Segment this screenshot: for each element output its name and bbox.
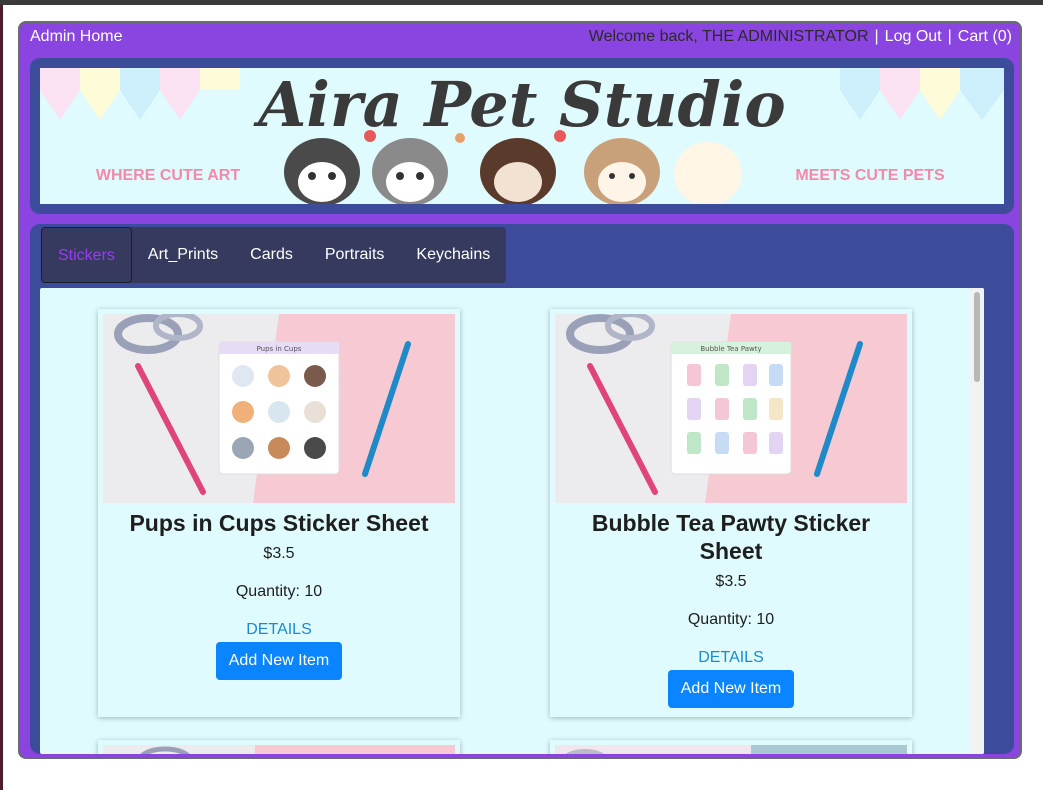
product-card-partial bbox=[550, 740, 912, 754]
admin-home-link[interactable]: Admin Home bbox=[30, 28, 122, 46]
product-card: Pups in Cups Pups in Cups Sticker Sheet … bbox=[98, 309, 460, 717]
product-card: Bubble Tea Pawty Bubble Tea Pawty Sticke… bbox=[550, 309, 912, 717]
sticker-sheet-header: Pups in Cups bbox=[257, 345, 302, 353]
add-new-item-button[interactable]: Add New Item bbox=[667, 670, 795, 708]
add-new-item-button[interactable]: Add New Item bbox=[215, 642, 343, 680]
product-image: Bubble Tea Pawty bbox=[555, 314, 907, 503]
product-quantity: Quantity: 10 bbox=[235, 583, 323, 600]
banner-container: Aira Pet Studio WHERE CUTE ART MEETS CUT… bbox=[30, 58, 1014, 214]
banner-left-tagline: WHERE CUTE ART bbox=[96, 167, 241, 184]
banner-right-tagline: MEETS CUTE PETS bbox=[795, 167, 945, 184]
product-price: $3.5 bbox=[263, 545, 295, 562]
nav-separator: | bbox=[874, 28, 879, 45]
sticker-sheet-header: Bubble Tea Pawty bbox=[700, 345, 761, 353]
product-card-partial bbox=[98, 740, 460, 754]
tab-stickers[interactable]: Stickers bbox=[41, 227, 132, 283]
product-title: Bubble Tea Pawty Sticker Sheet bbox=[591, 510, 871, 564]
dog-faces-illustration bbox=[284, 130, 742, 204]
details-link[interactable]: DETAILS bbox=[98, 621, 460, 639]
cart-link[interactable]: Cart (0) bbox=[958, 28, 1012, 45]
catalog-container: Stickers Art_Prints Cards Portraits Keyc… bbox=[30, 224, 1014, 754]
logout-link[interactable]: Log Out bbox=[885, 28, 942, 45]
app-frame: Admin Home Welcome back, THE ADMINISTRAT… bbox=[18, 21, 1022, 759]
product-title: Pups in Cups Sticker Sheet bbox=[129, 510, 429, 536]
product-price: $3.5 bbox=[715, 573, 747, 590]
banner-title: Aira Pet Studio bbox=[253, 68, 785, 141]
banner-image: Aira Pet Studio WHERE CUTE ART MEETS CUT… bbox=[40, 68, 1004, 204]
banner-artwork: Aira Pet Studio WHERE CUTE ART MEETS CUT… bbox=[40, 68, 1004, 204]
tab-keychains[interactable]: Keychains bbox=[400, 227, 506, 283]
product-image: Pups in Cups bbox=[103, 314, 455, 503]
category-tabs: Stickers Art_Prints Cards Portraits Keyc… bbox=[41, 227, 507, 283]
tab-cards[interactable]: Cards bbox=[234, 227, 309, 283]
welcome-text: Welcome back, THE ADMINISTRATOR bbox=[588, 28, 869, 45]
window-left-edge bbox=[0, 5, 3, 790]
product-quantity: Quantity: 10 bbox=[687, 611, 775, 628]
tab-art-prints[interactable]: Art_Prints bbox=[132, 227, 234, 283]
window-top-strip bbox=[0, 0, 1043, 5]
nav-separator: | bbox=[947, 28, 952, 45]
tab-portraits[interactable]: Portraits bbox=[309, 227, 401, 283]
vertical-scrollbar[interactable] bbox=[970, 288, 984, 754]
scrollbar-thumb[interactable] bbox=[974, 292, 980, 382]
details-link[interactable]: DETAILS bbox=[550, 649, 912, 667]
product-grid[interactable]: Pups in Cups Pups in Cups Sticker Sheet … bbox=[40, 288, 984, 754]
user-nav: Welcome back, THE ADMINISTRATOR | Log Out |… bbox=[589, 28, 1012, 46]
